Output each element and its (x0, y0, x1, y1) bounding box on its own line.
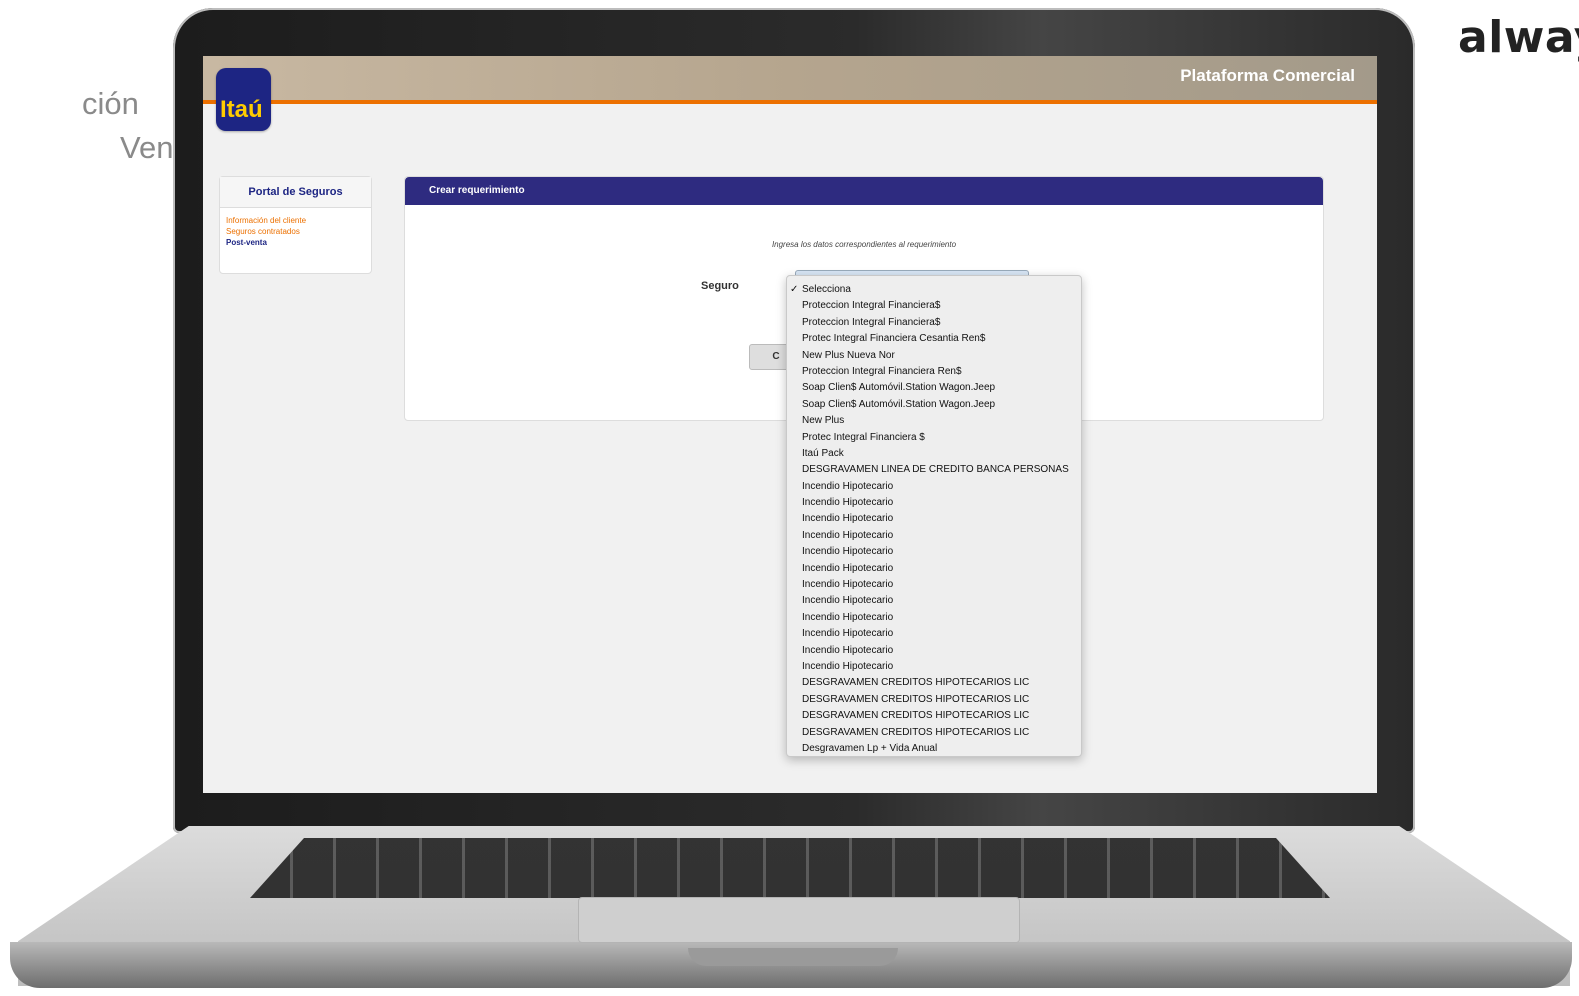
dropdown-option[interactable]: Incendio Hipotecario (787, 495, 1081, 511)
checkmark-icon: ✓ (790, 284, 799, 295)
dropdown-option[interactable]: Incendio Hipotecario (787, 511, 1081, 527)
sidebar-item-seguros-contratados[interactable]: Seguros contratados (220, 225, 371, 236)
sidebar-title: Portal de Seguros (220, 177, 371, 208)
dropdown-option[interactable]: Incendio Hipotecario (787, 659, 1081, 675)
dropdown-option[interactable]: DESGRAVAMEN CREDITOS HIPOTECARIOS LIC (787, 725, 1081, 741)
dropdown-option[interactable]: Incendio Hipotecario (787, 479, 1081, 495)
seguro-dropdown-list[interactable]: ✓ Selecciona Proteccion Integral Financie… (786, 275, 1082, 757)
dropdown-option[interactable]: DESGRAVAMEN CREDITOS HIPOTECARIOS LIC (787, 708, 1081, 724)
dropdown-option[interactable]: Soap Clien$ Automóvil.Station Wagon.Jeep (787, 380, 1081, 396)
dropdown-option[interactable]: Proteccion Integral Financiera$ (787, 315, 1081, 331)
sidebar-item-post-venta[interactable]: Post-venta (220, 236, 371, 247)
laptop-screen: Plataforma Comercial Itaú Portal de Segu… (203, 56, 1377, 793)
seguro-label: Seguro (701, 280, 739, 292)
slide-text-line1: ción (82, 86, 139, 121)
dropdown-option[interactable]: New Plus (787, 413, 1081, 429)
dropdown-option[interactable]: Incendio Hipotecario (787, 593, 1081, 609)
dropdown-option[interactable]: DESGRAVAMEN CREDITOS HIPOTECARIOS LIC (787, 692, 1081, 708)
dropdown-option[interactable]: Protec Integral Financiera Cesantia Ren$ (787, 331, 1081, 347)
brand-wordmark: alway (1458, 12, 1579, 63)
dropdown-option[interactable]: Incendio Hipotecario (787, 528, 1081, 544)
dropdown-option[interactable]: Incendio Hipotecario (787, 626, 1081, 642)
dropdown-option[interactable]: Incendio Hipotecario (787, 643, 1081, 659)
sidebar-item-informacion-cliente[interactable]: Información del cliente (220, 214, 371, 225)
dropdown-option[interactable]: Incendio Hipotecario (787, 610, 1081, 626)
app-header: Plataforma Comercial (203, 56, 1377, 104)
dropdown-option[interactable]: Proteccion Integral Financiera$ (787, 298, 1081, 314)
dropdown-option[interactable]: Incendio Hipotecario (787, 544, 1081, 560)
sidebar: Portal de Seguros Información del client… (219, 176, 372, 274)
dropdown-option[interactable]: DESGRAVAMEN CREDITOS HIPOTECARIOS LIC (787, 675, 1081, 691)
laptop-notch (688, 948, 898, 966)
dropdown-option[interactable]: Protec Integral Financiera $ (787, 430, 1081, 446)
dropdown-option[interactable]: Incendio Hipotecario (787, 561, 1081, 577)
dropdown-option[interactable]: New Plus Nueva Nor (787, 348, 1081, 364)
panel-title: Crear requerimiento (405, 177, 1323, 205)
dropdown-option[interactable]: Soap Clien$ Automóvil.Station Wagon.Jeep (787, 397, 1081, 413)
dropdown-option[interactable]: Desgravamen Lp + Vida Anual (787, 741, 1081, 757)
laptop-trackpad (578, 897, 1020, 943)
dropdown-option[interactable]: Itaú Pack (787, 446, 1081, 462)
platform-title: Plataforma Comercial (1180, 66, 1355, 85)
instruction-text: Ingresa los datos correspondientes al re… (771, 240, 957, 249)
laptop-keyboard (250, 838, 1330, 898)
dropdown-option[interactable]: DESGRAVAMEN LINEA DE CREDITO BANCA PERSO… (787, 462, 1081, 478)
itau-logo[interactable]: Itaú (216, 68, 271, 131)
dropdown-option-selected[interactable]: ✓ Selecciona (787, 282, 1081, 298)
logo-text: Itaú (220, 96, 263, 123)
dropdown-option[interactable]: Incendio Hipotecario (787, 577, 1081, 593)
dropdown-option[interactable]: Proteccion Integral Financiera Ren$ (787, 364, 1081, 380)
